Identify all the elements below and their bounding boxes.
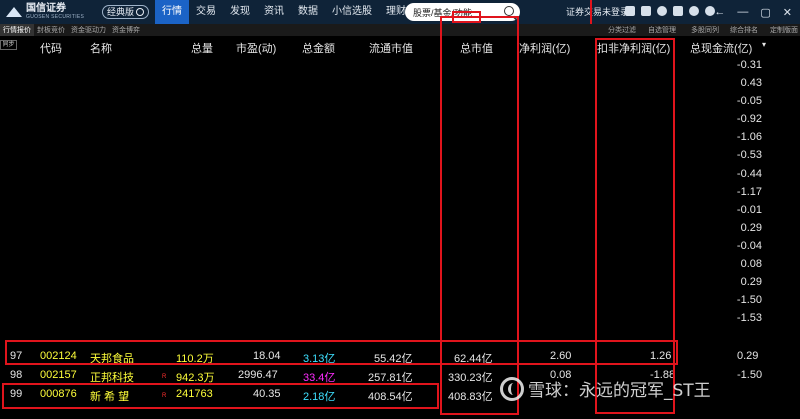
back-button[interactable]: ← [714,6,725,18]
close-button[interactable]: ✕ [783,6,792,19]
brand-logo: 国信证券 GUOSEN SECURITIES [0,0,100,24]
stock-code: 002157 [40,369,77,381]
shield-icon[interactable] [673,6,683,16]
top-bar: 国信证券 GUOSEN SECURITIES 经典版 行情 交易 发现 资讯 数… [0,0,800,24]
sort-desc-icon[interactable]: ▾ [762,40,766,49]
switch-icon [136,8,145,16]
nav-trade[interactable]: 交易 [189,0,223,24]
minimize-button[interactable]: — [737,6,748,18]
multi-stock-button[interactable]: 多股同列 [691,24,719,36]
layers-icon[interactable] [625,6,635,16]
pe-cell: 2996.47 [238,369,278,381]
nav-stock-picker[interactable]: 小信选股 [325,0,379,24]
cash-flow-cell: 0.08 [740,258,762,271]
row-97-highlight-box [5,340,678,365]
main-nav: 行情 交易 发现 资讯 数据 小信选股 理财 ▼ [155,0,437,24]
margin-mark: R [162,374,167,380]
col-pe[interactable]: 市盈(动) [236,40,276,56]
cash-flow-cell: -0.53 [736,149,762,162]
window-controls: ← — ▢ ✕ [714,0,792,24]
cash-flow-cell: -0.04 [736,239,762,252]
sub-tab-bar: 行情报价 封板竞价 资金驱动力 资金博弈 分类过滤 自选管理 多股同列 综合排名… [0,24,800,36]
tab-quote-list[interactable]: 行情报价 [0,24,34,36]
col-float-mcap[interactable]: 流通市值 [369,40,413,56]
f10-icon[interactable] [641,6,651,16]
nav-discover[interactable]: 发现 [223,0,257,24]
nav-quotes[interactable]: 行情 [155,0,190,24]
cash-flow-cell: -0.01 [736,203,762,216]
nav-news[interactable]: 资讯 [257,0,291,24]
table-header: 代码 名称 总量 市盈(动) 总金额 流通市值 总市值 净利润(亿) 扣非净利润… [0,37,800,57]
cash-flow-column: -0.31 0.43 -0.05 -0.92 -1.06 -0.53 -0.44… [700,56,762,327]
col-cash-flow[interactable]: 总现金流(亿) [690,40,752,56]
cash-flow-cell: 0.29 [740,221,762,234]
cash-flow-cell: -0.44 [736,167,762,180]
search-icon[interactable] [504,6,514,16]
xueqiu-logo-icon [500,376,524,401]
headset-icon[interactable] [689,6,699,16]
watchlist-manage-button[interactable]: 自选管理 [648,24,676,36]
edition-badge-label: 经典版 [107,7,135,17]
row-rank: 98 [10,369,23,381]
guosen-logo-icon [4,5,26,19]
toolbar-icons [625,6,715,16]
col-volume[interactable]: 总量 [191,40,213,56]
col-code[interactable]: 代码 [40,40,62,56]
logo-text: 国信证券 [26,3,66,14]
custom-layout-button[interactable]: 定制版面 [770,24,798,36]
cash-flow-cell: 0.29 [740,276,762,289]
watermark: 雪球：永远的冠军_ST王 [500,376,711,401]
cash-flow-cell: -0.05 [736,95,762,108]
cash-flow-cell: 0.29 [737,350,759,362]
cash-flow-cell: -1.17 [736,185,762,198]
settings-icon[interactable] [657,6,667,16]
nav-data[interactable]: 数据 [291,0,325,24]
cash-flow-cell: -1.06 [736,131,762,144]
col-name[interactable]: 名称 [90,40,112,56]
trade-login-link[interactable]: 证券交易未登录 [566,0,629,24]
edition-badge[interactable]: 经典版 [102,5,150,19]
cash-flow-cell: -0.92 [736,113,762,126]
logo-subtext: GUOSEN SECURITIES [26,14,85,20]
col-amount[interactable]: 总金额 [302,40,335,56]
watermark-text: 雪球：永远的冠军_ST王 [528,381,711,401]
col-net-profit[interactable]: 净利润(亿) [519,40,570,56]
maximize-button[interactable]: ▢ [760,6,770,19]
cash-flow-cell: -0.31 [736,59,762,71]
cash-flow-cell: -1.53 [736,312,762,325]
row-99-highlight-box [2,383,439,409]
annotation-line [590,0,592,24]
ranking-button[interactable]: 综合排名 [730,24,758,36]
filter-button[interactable]: 分类过滤 [608,24,636,36]
search-highlight-box [452,11,481,23]
tab-fund-game[interactable]: 资金博弈 [109,24,143,36]
cash-flow-cell: -1.50 [737,369,763,381]
tab-limit-auction[interactable]: 封板竞价 [34,24,68,36]
tab-fund-drive[interactable]: 资金驱动力 [68,24,109,36]
cash-flow-cell: 0.43 [740,77,762,90]
cash-flow-cell: -1.50 [736,294,762,307]
